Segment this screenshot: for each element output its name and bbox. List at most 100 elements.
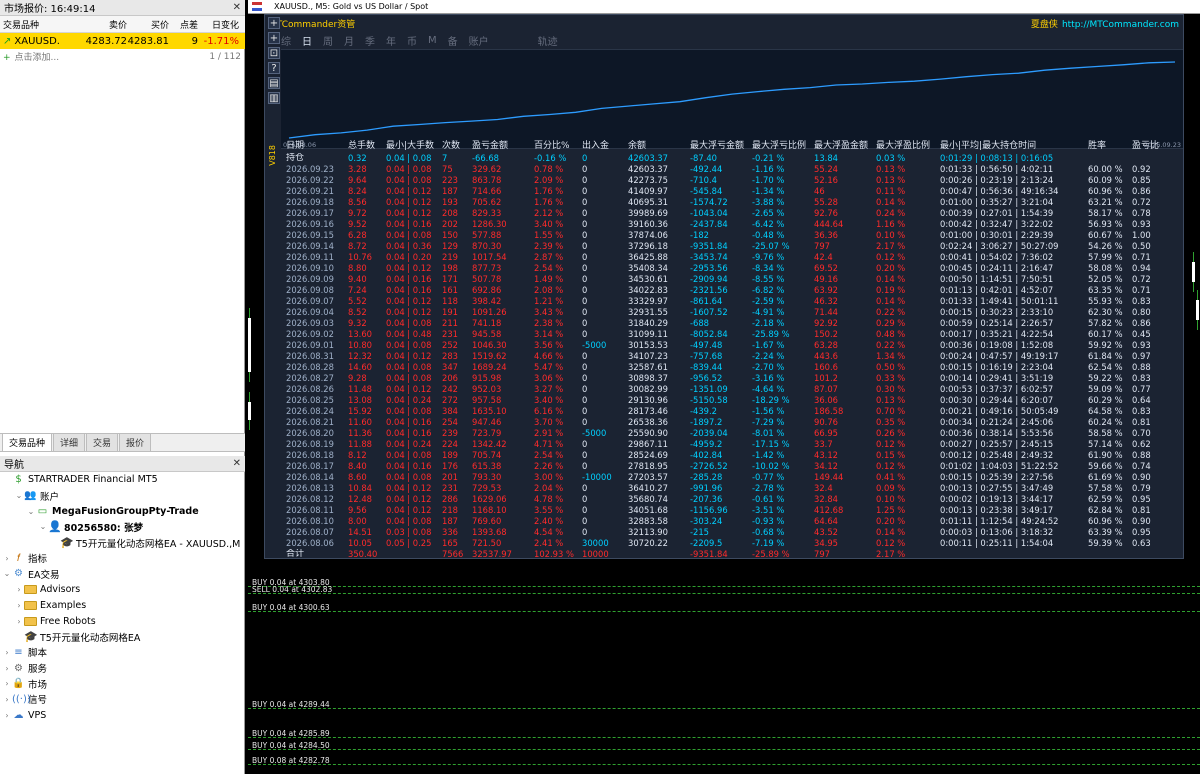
table-cell: 59.22 %: [1088, 373, 1123, 383]
nav-item[interactable]: › ((·)) 信号: [0, 692, 245, 708]
chevron-right-icon[interactable]: ›: [2, 664, 12, 673]
ea-tab[interactable]: 周: [323, 33, 333, 48]
ea-link[interactable]: 夏盘侠 http://MTCommander.com: [1031, 17, 1179, 30]
col-bid[interactable]: 卖价: [82, 18, 127, 31]
screenshot-icon[interactable]: ⊡: [268, 47, 280, 59]
chevron-down-icon[interactable]: ⌄: [26, 507, 36, 516]
add-symbol-row[interactable]: + 点击添加... 1 / 112: [0, 49, 245, 64]
nav-item[interactable]: › ⚙ 服务: [0, 660, 245, 676]
tab-trading[interactable]: 交易: [86, 433, 119, 451]
ea-tab[interactable]: 币: [407, 33, 417, 48]
symbol-ask: 4283.81: [127, 35, 169, 47]
nav-item[interactable]: ⌄ 👥 账户: [0, 488, 245, 504]
table-cell: 129: [442, 241, 458, 251]
table-cell: 2026.08.26: [286, 384, 334, 394]
col-spread[interactable]: 点差: [169, 18, 198, 31]
help-icon[interactable]: ?: [268, 62, 280, 74]
nav-item[interactable]: › Advisors: [0, 582, 245, 598]
chevron-right-icon[interactable]: ›: [14, 601, 24, 610]
symbol-row-xauusd[interactable]: ↗ XAUUSD. 4283.72 4283.81 9 -1.71%: [0, 33, 245, 49]
table-cell: 2.38 %: [534, 318, 564, 328]
order-line[interactable]: [248, 586, 1200, 587]
nav-item[interactable]: › Examples: [0, 598, 245, 614]
nav-item[interactable]: › ≡ 脚本: [0, 645, 245, 661]
chevron-down-icon[interactable]: ⌄: [14, 491, 24, 500]
chevron-right-icon[interactable]: ›: [2, 711, 12, 720]
table-cell: 2026.08.13: [286, 483, 334, 493]
ea-tab[interactable]: M: [428, 35, 437, 46]
close-icon[interactable]: ✕: [233, 2, 241, 13]
nav-item[interactable]: ⌄ ▭ MegaFusionGroupPty-Trade: [0, 503, 245, 519]
table-cell: 2.17 %: [876, 241, 906, 251]
table-cell: 30000: [582, 538, 609, 548]
layout-icon[interactable]: ▤: [268, 77, 280, 89]
col-change[interactable]: 日变化: [198, 18, 242, 31]
ea-tab[interactable]: 综: [281, 33, 291, 48]
window-icon[interactable]: ▥: [268, 92, 280, 104]
table-cell: 218: [442, 505, 458, 515]
tab-symbols[interactable]: 交易品种: [2, 433, 53, 451]
table-cell: 0.04 | 0.08: [386, 472, 432, 482]
crosshair-icon[interactable]: +: [268, 17, 280, 29]
table-cell: 1635.10: [472, 406, 507, 416]
table-cell: 252: [442, 340, 458, 350]
col-ask[interactable]: 买价: [127, 18, 169, 31]
table-cell: 63.21 %: [1088, 197, 1123, 207]
nav-item[interactable]: ⌄ ⚙ EA交易: [0, 566, 245, 582]
chevron-right-icon[interactable]: ›: [2, 554, 12, 563]
ea-tab[interactable]: 轨迹: [538, 33, 558, 48]
col-symbol[interactable]: 交易品种: [0, 18, 82, 31]
table-cell: -6.82 %: [752, 285, 785, 295]
table-cell: 2026.09.01: [286, 340, 334, 350]
ea-tab[interactable]: 备: [448, 33, 458, 48]
nav-item[interactable]: 🎓 T5开元量化动态网格EA: [0, 629, 245, 645]
order-line[interactable]: [248, 708, 1200, 709]
order-line[interactable]: [248, 593, 1200, 594]
table-cell: 55.28: [814, 197, 838, 207]
ea-tab[interactable]: 季: [365, 33, 375, 48]
ea-tab[interactable]: 账户: [469, 33, 489, 48]
order-line[interactable]: [248, 611, 1200, 612]
indicators-icon: 𝑓: [16, 552, 21, 564]
ea-tab[interactable]: 月: [344, 33, 354, 48]
table-cell: -1156.96: [690, 505, 728, 515]
ea-tab[interactable]: 年: [386, 33, 396, 48]
table-cell: 0.29 %: [876, 318, 906, 328]
order-line[interactable]: [248, 764, 1200, 765]
table-cell: 0: [582, 307, 588, 317]
order-line[interactable]: [248, 749, 1200, 750]
nav-item[interactable]: $ STARTRADER Financial MT5: [0, 472, 245, 488]
nav-item[interactable]: › Free Robots: [0, 613, 245, 629]
nav-item[interactable]: ⌄ 👤 80256580: 张梦: [0, 519, 245, 535]
table-cell: -18.29 %: [752, 395, 790, 405]
nav-item[interactable]: › 𝑓 指标: [0, 550, 245, 566]
chevron-down-icon[interactable]: ⌄: [38, 522, 48, 531]
table-cell: 8.12: [348, 450, 367, 460]
nav-item[interactable]: › 🔒 市场: [0, 676, 245, 692]
nav-item[interactable]: 🎓 T5开元量化动态网格EA - XAUUSD.,M: [0, 535, 245, 551]
ea-tab[interactable]: 日: [302, 33, 312, 48]
table-cell: 合计: [286, 549, 305, 559]
table-cell: -25.89 %: [752, 329, 790, 339]
chevron-right-icon[interactable]: ›: [14, 617, 24, 626]
chart-window[interactable]: XAUUSD., M5: Gold vs US Dollar / Spot BU…: [248, 0, 1200, 774]
chevron-right-icon[interactable]: ›: [14, 585, 24, 594]
chart-title-bar: XAUUSD., M5: Gold vs US Dollar / Spot: [248, 0, 1200, 14]
tab-details[interactable]: 详细: [53, 433, 86, 451]
table-cell: 4.78 %: [534, 494, 564, 504]
table-cell: -25.07 %: [752, 241, 790, 251]
order-line[interactable]: [248, 737, 1200, 738]
move-icon[interactable]: +: [268, 32, 280, 44]
table-cell: 14.51: [348, 527, 372, 537]
chevron-right-icon[interactable]: ›: [2, 648, 12, 657]
tab-ticks[interactable]: 报价: [119, 433, 152, 451]
nav-item[interactable]: › ☁ VPS: [0, 707, 245, 723]
close-icon[interactable]: ✕: [233, 458, 241, 469]
table-cell: 5.52: [348, 296, 367, 306]
chevron-right-icon[interactable]: ›: [2, 679, 12, 688]
table-row: 2026.09.07 5.52 0.04 | 0.12 118 398.42 1.21 %…: [286, 296, 1181, 307]
chevron-right-icon[interactable]: ›: [2, 695, 12, 704]
chevron-down-icon[interactable]: ⌄: [2, 569, 12, 578]
table-cell: 0:00:27 | 0:25:57 | 2:45:15: [940, 439, 1054, 449]
table-cell: 0:00:47 | 0:56:36 | 49:16:34: [940, 186, 1059, 196]
